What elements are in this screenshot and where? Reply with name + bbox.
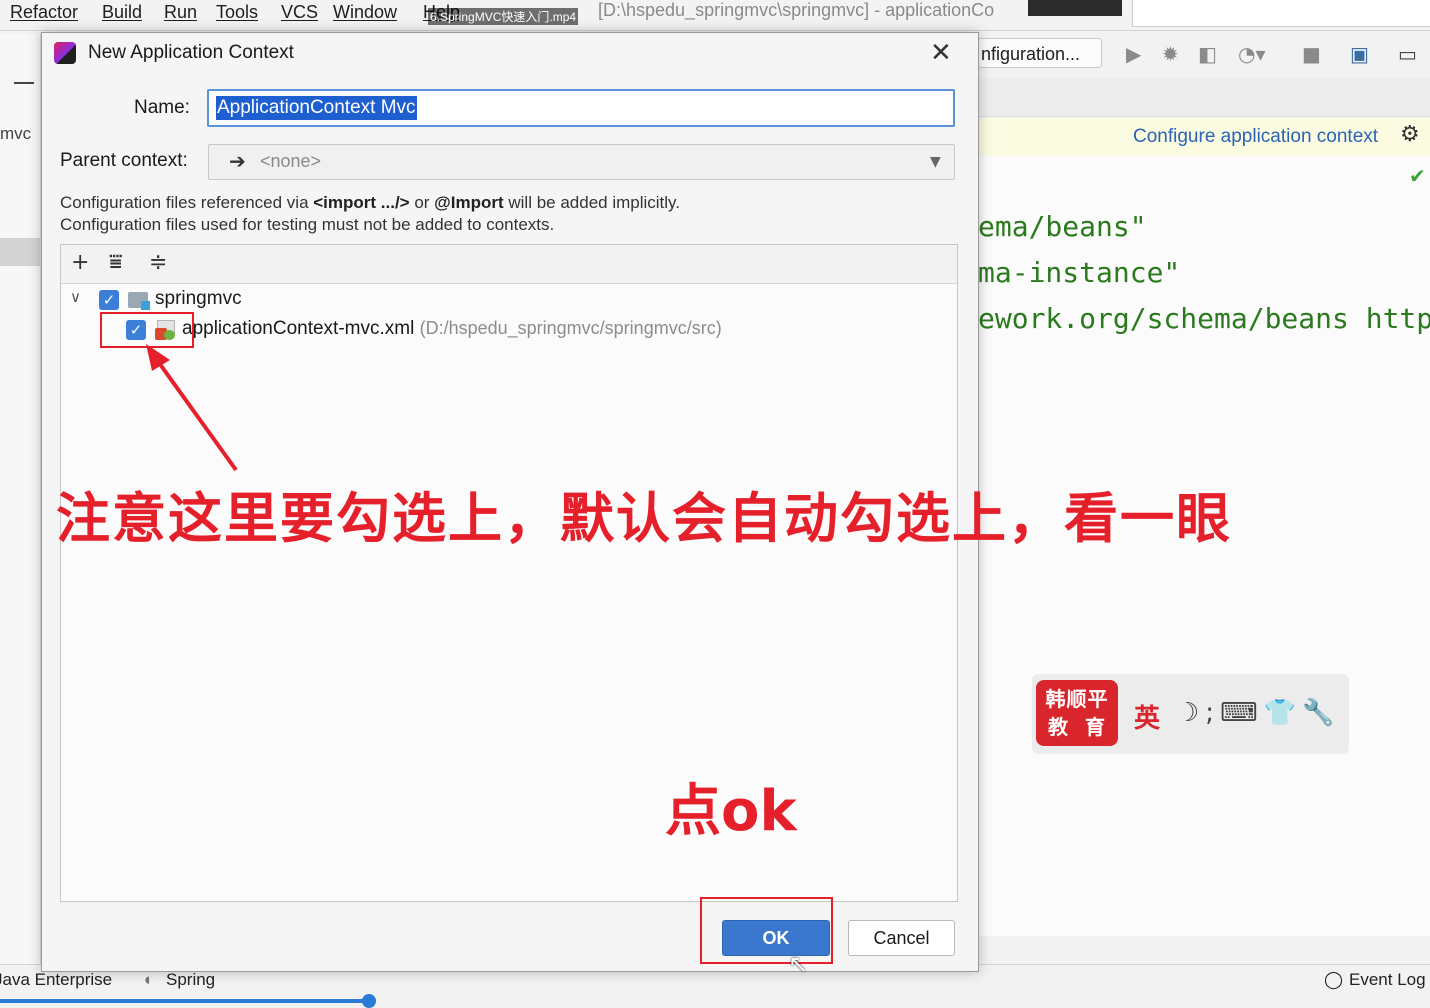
annotation-ok-text: 点ok <box>665 779 797 844</box>
mouse-cursor-icon: ↖ <box>788 950 809 978</box>
annotation-main-text: 注意这里要勾选上，默认会自动勾选上，看一眼 <box>56 487 1232 550</box>
